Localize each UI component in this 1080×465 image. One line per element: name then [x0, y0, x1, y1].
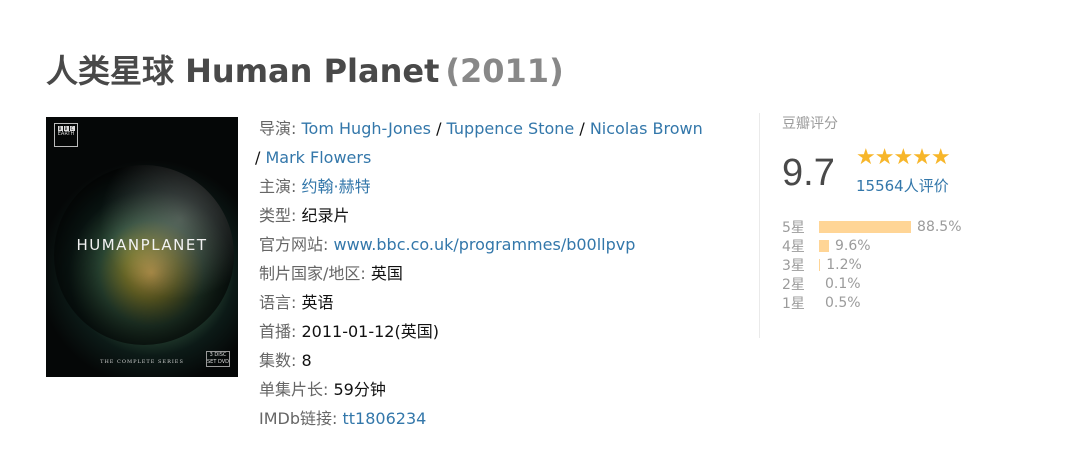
cast-row: 主演: 约翰·赫特 — [259, 172, 739, 201]
rating-bar — [819, 220, 912, 233]
bar-star-label: 2星 — [782, 276, 805, 293]
rating-bar-row: 2星 0.1% — [782, 274, 962, 293]
imdb-row: IMDb链接: tt1806234 — [259, 404, 739, 433]
bar-percent: 88.5% — [917, 218, 962, 235]
genre-value: 纪录片 — [301, 206, 350, 225]
bar-percent: 9.6% — [834, 237, 871, 254]
premiere-value: 2011-01-12(英国) — [301, 322, 439, 341]
imdb-label: IMDb链接: — [259, 409, 338, 428]
director-row: 导演: Tom Hugh-Jones / Tuppence Stone / Ni… — [259, 114, 739, 143]
website-row: 官方网站: www.bbc.co.uk/programmes/b00llpvp — [259, 230, 739, 259]
rating-bar-row: 5星 88.5% — [782, 217, 962, 236]
runtime-row: 单集片长: 59分钟 — [259, 375, 739, 404]
poster-title: HUMANPLANET — [76, 236, 208, 254]
episodes-row: 集数: 8 — [259, 346, 739, 375]
premiere-label: 首播: — [259, 322, 297, 341]
star-rating-icon: ★★★★★ — [856, 145, 951, 170]
bar-star-label: 4星 — [782, 238, 805, 255]
title-year: (2011) — [445, 52, 564, 90]
earth-label: EARTH — [57, 131, 75, 137]
director-row-cont: / Mark Flowers — [255, 143, 739, 172]
country-value: 英国 — [370, 264, 403, 283]
country-label: 制片国家/地区: — [259, 264, 366, 283]
country-row: 制片国家/地区: 英国 — [259, 259, 739, 288]
bar-star-label: 1星 — [782, 295, 805, 312]
dvd-badge: 3 DISC SET DVD — [206, 351, 230, 367]
page-title: 人类星球 Human Planet (2011) — [46, 48, 564, 94]
director-separator: / — [574, 119, 590, 138]
director-link-4[interactable]: Mark Flowers — [265, 148, 371, 167]
cast-link[interactable]: 约翰·赫特 — [302, 177, 371, 196]
episodes-value: 8 — [301, 351, 312, 370]
votes-count: 15564人评价 — [856, 175, 949, 196]
bar-star-label: 3星 — [782, 257, 805, 274]
bar-percent: 1.2% — [826, 256, 862, 273]
director-separator: / — [430, 119, 447, 138]
rating-bar-row: 4星 9.6% — [782, 236, 962, 255]
website-label: 官方网站: — [259, 235, 329, 254]
rating-breakdown: 5星 88.5% 4星 9.6% 3星 1.2% 2星 0.1% 1星 0.5% — [782, 217, 962, 312]
bar-percent: 0.5% — [825, 294, 861, 311]
rating-panel: 豆瓣评分 9.7 ★★★★★ 15564人评价 5星 88.5% 4星 9.6%… — [759, 113, 1019, 338]
runtime-label: 单集片长: — [259, 380, 329, 399]
cast-label: 主演: — [259, 177, 297, 196]
bar-star-label: 5星 — [782, 219, 805, 236]
rating-score: 9.7 — [782, 152, 835, 194]
globe-graphic — [54, 165, 234, 345]
title-name: 人类星球 Human Planet — [46, 52, 440, 90]
poster-image[interactable]: BBC EARTH HUMANPLANET THE COMPLETE SERIE… — [46, 117, 238, 377]
rating-bar — [819, 239, 829, 252]
rating-bar — [819, 258, 821, 271]
director-link-3[interactable]: Nicolas Brown — [590, 119, 703, 138]
info-panel: 导演: Tom Hugh-Jones / Tuppence Stone / Ni… — [255, 114, 739, 433]
language-value: 英语 — [301, 293, 334, 312]
language-row: 语言: 英语 — [259, 288, 739, 317]
rating-bar-row: 1星 0.5% — [782, 293, 962, 312]
runtime-value: 59分钟 — [333, 380, 386, 399]
director-label: 导演: — [259, 119, 297, 138]
website-link[interactable]: www.bbc.co.uk/programmes/b00llpvp — [334, 235, 636, 254]
language-label: 语言: — [259, 293, 297, 312]
director-link-2[interactable]: Tuppence Stone — [447, 119, 575, 138]
genre-label: 类型: — [259, 206, 297, 225]
premiere-row: 首播: 2011-01-12(英国) — [259, 317, 739, 346]
imdb-link[interactable]: tt1806234 — [343, 409, 427, 428]
director-link-1[interactable]: Tom Hugh-Jones — [302, 119, 431, 138]
rating-label: 豆瓣评分 — [782, 116, 838, 132]
genre-row: 类型: 纪录片 — [259, 201, 739, 230]
bbc-earth-logo: BBC EARTH — [54, 123, 78, 147]
episodes-label: 集数: — [259, 351, 297, 370]
rating-bar-row: 3星 1.2% — [782, 255, 962, 274]
votes-link[interactable]: 15564人评价 — [856, 177, 949, 195]
bar-percent: 0.1% — [825, 275, 861, 292]
director-separator: / — [255, 148, 266, 167]
